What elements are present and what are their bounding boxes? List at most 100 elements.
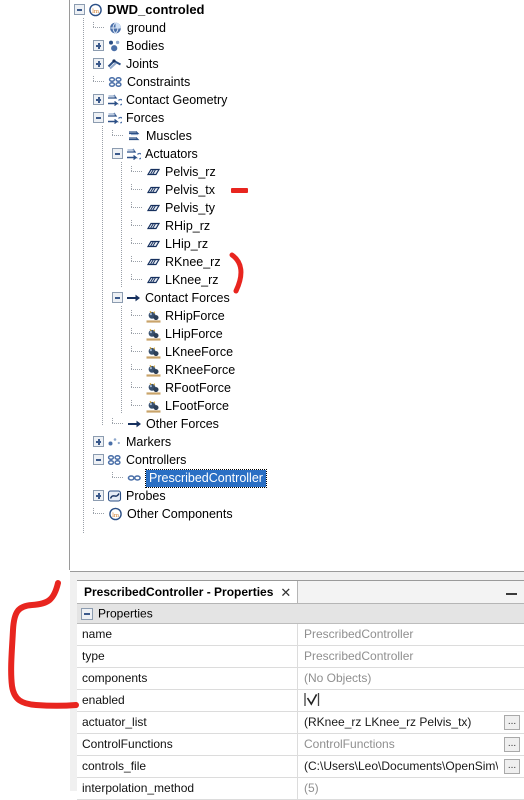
tree-item-prescribedcontroller[interactable]: PrescribedController [70, 468, 524, 488]
tree-item-label: Contact Geometry [126, 92, 228, 107]
property-value: ControlFunctions [304, 737, 395, 751]
tree-item-label: Joints [126, 56, 159, 71]
tree-item-controllers[interactable]: Controllers [70, 450, 524, 468]
tree-item-label: LKnee_rz [165, 272, 219, 287]
tree-item-ground[interactable]: ground [70, 18, 524, 36]
tree-item-label: Muscles [146, 128, 192, 143]
tree-item-lhipforce[interactable]: LHipForce [70, 324, 524, 342]
contact-force-item-icon [146, 363, 161, 377]
collapse-icon[interactable] [112, 148, 123, 160]
other-forces-icon [127, 417, 142, 431]
svg-text:lm: lm [112, 512, 119, 519]
column-divider [297, 756, 298, 777]
muscles-icon [127, 129, 142, 143]
tree-item-constraints[interactable]: Constraints [70, 72, 524, 90]
tree-item-rknee-rz[interactable]: RKnee_rz [70, 252, 524, 270]
tree-connector [131, 310, 145, 321]
property-row[interactable]: interpolation_method (5) [77, 778, 524, 800]
expand-icon[interactable] [93, 58, 104, 70]
tree-item-rhip-rz[interactable]: RHip_rz [70, 216, 524, 234]
collapse-icon[interactable] [93, 454, 104, 466]
property-row[interactable]: components (No Objects) [77, 668, 524, 690]
tree-item-contact-geometry[interactable]: Contact Geometry [70, 90, 524, 108]
tree-item-lhip-rz[interactable]: LHip_rz [70, 234, 524, 252]
tree-connector [131, 346, 145, 357]
tree-item-lknee-rz[interactable]: LKnee_rz [70, 270, 524, 288]
tree-item-pelvis-tx[interactable]: Pelvis_tx [70, 180, 524, 198]
tree-item-label: Probes [126, 488, 166, 503]
model-navigator-tree[interactable]: lm DWD_controled ground Bodies Joints Constra… [70, 0, 524, 571]
property-row[interactable]: enabled [77, 690, 524, 712]
expand-icon[interactable] [93, 436, 104, 448]
svg-text:lm: lm [92, 8, 99, 15]
tree-item-actuators[interactable]: Actuators [70, 144, 524, 162]
properties-group-header[interactable]: Properties [77, 604, 524, 624]
tree-item-label: LKneeForce [165, 344, 234, 359]
tree-item-markers[interactable]: Markers [70, 432, 524, 450]
expand-icon[interactable] [93, 40, 104, 52]
property-row[interactable]: name PrescribedController [77, 624, 524, 646]
tree-guide-line [83, 18, 84, 534]
actuator-item-icon [146, 255, 161, 269]
tree-item-label: Other Components [127, 506, 233, 521]
expand-icon[interactable] [93, 490, 104, 502]
tree-item-label: RFootForce [165, 380, 231, 395]
property-name: ControlFunctions [82, 737, 173, 751]
tree-item-pelvis-rz[interactable]: Pelvis_rz [70, 162, 524, 180]
property-value: (C:\Users\Leo\Documents\OpenSim\4.4\... [304, 759, 498, 773]
controller-item-icon [127, 471, 142, 485]
open-editor-button[interactable]: ... [504, 759, 520, 774]
actuator-item-icon [146, 165, 161, 179]
open-editor-button[interactable]: ... [504, 737, 520, 752]
tree-item-label: PrescribedController [145, 468, 267, 488]
actuator-item-icon [146, 237, 161, 251]
column-divider [297, 646, 298, 667]
minimize-window-icon[interactable] [506, 587, 517, 598]
contact-force-item-icon [146, 399, 161, 413]
tree-item-forces[interactable]: Forces [70, 108, 524, 126]
property-row[interactable]: ControlFunctions ControlFunctions... [77, 734, 524, 756]
property-row[interactable]: actuator_list (RKnee_rz LKnee_rz Pelvis_t… [77, 712, 524, 734]
tree-item-dwd-controled[interactable]: lm DWD_controled [70, 0, 524, 18]
properties-group-label: Properties [98, 606, 153, 621]
tree-item-lkneeforce[interactable]: LKneeForce [70, 342, 524, 360]
property-row[interactable]: type PrescribedController [77, 646, 524, 668]
close-icon[interactable]: ✕ [280, 582, 291, 604]
tree-item-rkneeforce[interactable]: RKneeForce [70, 360, 524, 378]
tree-item-other-components[interactable]: lm Other Components [70, 504, 524, 522]
tab-prescribedcontroller-properties[interactable]: PrescribedController - Properties ✕ [77, 581, 299, 604]
property-name: enabled [82, 693, 125, 707]
property-row[interactable]: controls_file (C:\Users\Leo\Documents\Ope… [77, 756, 524, 778]
enabled-checkbox[interactable] [304, 692, 320, 708]
open-editor-button[interactable]: ... [504, 715, 520, 730]
tree-connector [131, 220, 145, 231]
collapse-group-icon[interactable] [81, 607, 93, 620]
tree-item-lfootforce[interactable]: LFootForce [70, 396, 524, 414]
collapse-icon[interactable] [93, 112, 104, 124]
property-value: (RKnee_rz LKnee_rz Pelvis_tx) [304, 715, 472, 729]
property-name: controls_file [82, 759, 147, 773]
collapse-icon[interactable] [112, 292, 123, 304]
tree-item-pelvis-ty[interactable]: Pelvis_ty [70, 198, 524, 216]
tree-item-label: Constraints [127, 74, 191, 89]
tree-item-probes[interactable]: Probes [70, 486, 524, 504]
tree-item-label: Pelvis_tx [165, 182, 216, 197]
tree-item-rhipforce[interactable]: RHipForce [70, 306, 524, 324]
properties-table: name PrescribedController type PrescribedCo… [77, 624, 524, 800]
collapse-icon[interactable] [74, 4, 85, 16]
tree-item-other-forces[interactable]: Other Forces [70, 414, 524, 432]
tree-item-label: RKneeForce [165, 362, 236, 377]
expand-icon[interactable] [93, 94, 104, 106]
tree-item-muscles[interactable]: Muscles [70, 126, 524, 144]
tree-connector [112, 418, 126, 429]
tree-connector [131, 274, 145, 285]
tree-item-rfootforce[interactable]: RFootForce [70, 378, 524, 396]
tree-item-joints[interactable]: Joints [70, 54, 524, 72]
tree-item-bodies[interactable]: Bodies [70, 36, 524, 54]
contact-force-item-icon [146, 345, 161, 359]
tree-item-label: RKnee_rz [165, 254, 221, 269]
tree-item-contact-forces[interactable]: Contact Forces [70, 288, 524, 306]
tree-connector [93, 76, 107, 87]
tree-item-label: Actuators [145, 146, 198, 161]
contact-force-item-icon [146, 309, 161, 323]
